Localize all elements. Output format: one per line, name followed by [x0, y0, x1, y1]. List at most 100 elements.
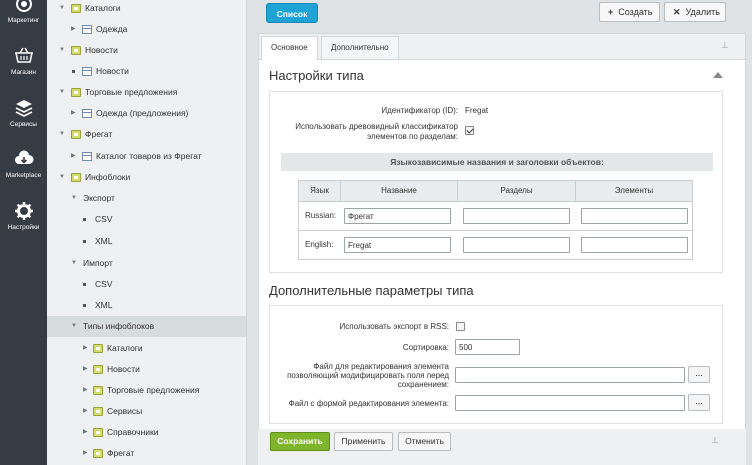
elements-input-russian[interactable]: [581, 208, 688, 224]
tree-item-clothes[interactable]: ▶ Одежда: [47, 19, 246, 40]
pin-icon[interactable]: ⊥: [711, 435, 719, 446]
extra-params-box: Использовать экспорт в RSS: Сортировка: …: [269, 305, 723, 424]
tree-item-label: Торговые предложения: [107, 385, 200, 395]
pin-icon[interactable]: ⊥: [721, 40, 729, 51]
layers-icon: [15, 100, 32, 117]
collapsed-arrow-icon[interactable]: ▶: [83, 359, 88, 380]
column-header: Язык: [299, 181, 341, 201]
create-button[interactable]: + Создать: [599, 2, 660, 22]
tree-item-iblock-types[interactable]: ▼ Типы инфоблоков: [47, 316, 246, 337]
tree-classifier-checkbox[interactable]: [465, 126, 474, 135]
tree-item-label: Новости: [85, 45, 118, 55]
tab-main[interactable]: Основное: [261, 36, 318, 60]
rail-label-marketplace: Marketplace: [5, 172, 42, 179]
tree-item-offers-group[interactable]: ▼ Торговые предложения: [47, 82, 246, 103]
tab-additional[interactable]: Дополнительно: [321, 36, 399, 59]
tree-item-export-xml[interactable]: XML: [47, 231, 246, 252]
sort-input[interactable]: [455, 339, 520, 355]
tree-item-export[interactable]: ▼ Экспорт: [47, 188, 246, 209]
collapsed-arrow-icon[interactable]: ▶: [83, 338, 88, 359]
tree-item-catalogs[interactable]: ▼ Каталоги: [47, 0, 246, 19]
expanded-arrow-icon[interactable]: ▼: [71, 188, 77, 209]
rss-checkbox[interactable]: [456, 322, 465, 331]
expanded-arrow-icon[interactable]: ▼: [59, 0, 65, 19]
tab-bar: Основное Дополнительно ⊥: [259, 34, 745, 60]
tree-item-type-fregat[interactable]: ▶ Фрегат: [47, 443, 246, 464]
tree-item-fregat-catalog[interactable]: ▶ Каталог товаров из Фрегат: [47, 146, 246, 167]
tree-classifier-label-2: элементов по разделам:: [367, 132, 458, 141]
browse-form-file-button[interactable]: ...: [688, 394, 710, 411]
apply-button[interactable]: Применить: [334, 432, 393, 451]
tree-item-import-csv[interactable]: CSV: [47, 274, 246, 295]
rail-item-settings[interactable]: Настройки: [0, 201, 47, 231]
rail-item-marketplace[interactable]: Marketplace: [0, 149, 47, 179]
folder-icon: [71, 46, 81, 55]
sidebar-tree: ▼ Каталоги ▶ Одежда ▼ Новости Новости ▼ …: [47, 0, 247, 465]
iblock-icon: [82, 67, 92, 76]
tree-item-type-catalogs[interactable]: ▶ Каталоги: [47, 338, 246, 359]
tree-item-type-news[interactable]: ▶ Новости: [47, 359, 246, 380]
toolbar: Список + Создать ✕ Удалить: [248, 0, 752, 28]
collapse-icon[interactable]: [713, 72, 723, 78]
sections-input-english[interactable]: [463, 237, 570, 253]
tree-item-news-group[interactable]: ▼ Новости: [47, 40, 246, 61]
expanded-arrow-icon[interactable]: ▼: [71, 253, 77, 274]
tree-item-import-xml[interactable]: XML: [47, 295, 246, 316]
collapsed-arrow-icon[interactable]: ▶: [71, 146, 76, 167]
close-icon: ✕: [673, 7, 681, 17]
collapsed-arrow-icon[interactable]: ▶: [71, 103, 76, 124]
iblock-icon: [82, 152, 92, 161]
tree-item-label: Справочники: [107, 427, 159, 437]
list-button[interactable]: Список: [266, 3, 318, 23]
tree-item-fregat-group[interactable]: ▼ Фрегат: [47, 124, 246, 145]
rail-item-marketing[interactable]: Маркетинг: [0, 0, 47, 24]
save-button[interactable]: Сохранить: [270, 432, 330, 451]
name-input-english[interactable]: [344, 237, 451, 253]
edit-file-input[interactable]: [455, 367, 685, 383]
collapsed-arrow-icon[interactable]: ▶: [83, 443, 88, 464]
tree-item-label: Фрегат: [85, 129, 113, 139]
bullet-icon: [72, 70, 75, 73]
form-file-input[interactable]: [455, 395, 685, 411]
collapsed-arrow-icon[interactable]: ▶: [83, 401, 88, 422]
form-file-label: Файл с формой редактирования элемента:: [288, 399, 449, 408]
expanded-arrow-icon[interactable]: ▼: [59, 124, 65, 145]
name-input-russian[interactable]: [344, 208, 451, 224]
tree-item-label: XML: [95, 300, 113, 310]
collapsed-arrow-icon[interactable]: ▶: [83, 380, 88, 401]
expanded-arrow-icon[interactable]: ▼: [59, 167, 65, 188]
tree-item-news[interactable]: Новости: [47, 61, 246, 82]
tree-item-iblocks[interactable]: ▼ Инфоблоки: [47, 167, 246, 188]
tree-item-clothes-offers[interactable]: ▶ Одежда (предложения): [47, 103, 246, 124]
tree-item-export-csv[interactable]: CSV: [47, 209, 246, 230]
tree-item-type-offers[interactable]: ▶ Торговые предложения: [47, 380, 246, 401]
elements-input-english[interactable]: [581, 237, 688, 253]
gear-icon: [14, 202, 33, 220]
plus-icon: +: [608, 7, 614, 17]
cancel-button[interactable]: Отменить: [398, 432, 451, 451]
expanded-arrow-icon[interactable]: ▼: [59, 82, 65, 103]
collapsed-arrow-icon[interactable]: ▶: [71, 19, 76, 40]
left-nav-rail: Маркетинг Магазин Сервисы Marketplace На…: [0, 0, 47, 465]
rail-item-services[interactable]: Сервисы: [0, 98, 47, 128]
language-label: Russian:: [305, 211, 337, 220]
sections-input-russian[interactable]: [463, 208, 570, 224]
tree-item-type-services[interactable]: ▶ Сервисы: [47, 401, 246, 422]
table-row: Russian:: [299, 201, 692, 230]
browse-edit-file-button[interactable]: ...: [688, 366, 710, 383]
tree-item-type-references[interactable]: ▶ Справочники: [47, 422, 246, 443]
expanded-arrow-icon[interactable]: ▼: [59, 40, 65, 61]
folder-icon: [71, 173, 81, 182]
bullet-icon: [83, 240, 86, 243]
section-title-extra-params: Дополнительные параметры типа: [269, 283, 474, 298]
edit-file-label-1: Файл для редактирования элемента: [313, 362, 449, 371]
cloud-download-icon: [14, 150, 33, 164]
delete-button[interactable]: ✕ Удалить: [664, 2, 726, 22]
tree-item-import[interactable]: ▼ Импорт: [47, 253, 246, 274]
tree-item-label: Экспорт: [83, 193, 115, 203]
expanded-arrow-icon[interactable]: ▼: [71, 316, 77, 337]
rail-item-shop[interactable]: Магазин: [0, 46, 47, 76]
section-title-type-settings: Настройки типа: [269, 68, 364, 83]
collapsed-arrow-icon[interactable]: ▶: [83, 422, 88, 443]
language-label: English:: [305, 240, 334, 249]
